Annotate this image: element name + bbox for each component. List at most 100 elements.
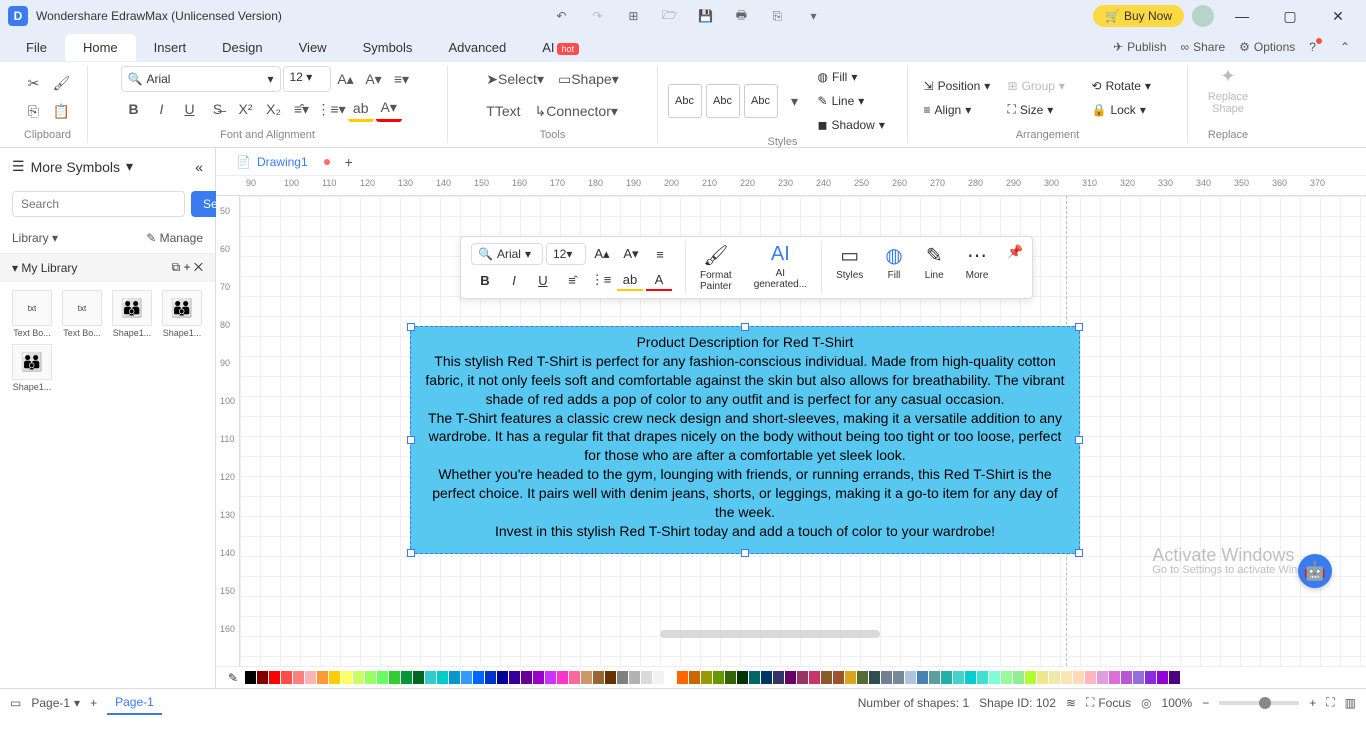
format-painter-button[interactable]: 🖌 (49, 71, 75, 97)
line-spacing-button[interactable]: ≡̂▾ (289, 96, 315, 122)
tab-advanced[interactable]: Advanced (430, 34, 524, 61)
panel-toggle-button[interactable]: ▥ (1345, 696, 1356, 710)
collapse-ribbon[interactable]: ⌃ (1340, 40, 1350, 54)
float-highlight[interactable]: ab (617, 269, 643, 291)
color-swatch[interactable] (257, 671, 268, 684)
color-swatch[interactable] (569, 671, 580, 684)
zoom-level[interactable]: 100% (1162, 696, 1193, 710)
tab-home[interactable]: Home (65, 34, 136, 61)
minimize-button[interactable]: — (1222, 2, 1262, 30)
color-swatch[interactable] (953, 671, 964, 684)
text-tool[interactable]: T Text (480, 98, 526, 124)
color-swatch[interactable] (797, 671, 808, 684)
page-tab[interactable]: Page-1 (107, 691, 162, 715)
theme-style-3[interactable]: Abc (744, 84, 778, 118)
color-swatch[interactable] (461, 671, 472, 684)
tab-symbols[interactable]: Symbols (345, 34, 431, 61)
float-font-family[interactable]: 🔍Arial▾ (471, 243, 543, 265)
undo-button[interactable]: ↶ (547, 2, 575, 30)
tab-ai[interactable]: AIhot (524, 34, 597, 61)
lib-add-icon[interactable]: + (183, 260, 190, 274)
color-swatch[interactable] (713, 671, 724, 684)
color-swatch[interactable] (1121, 671, 1132, 684)
highlight-button[interactable]: ab (348, 96, 374, 122)
handle-w[interactable] (407, 436, 415, 444)
my-library-toggle[interactable]: ▾ My Library (12, 261, 77, 275)
float-increase-font[interactable]: A▴ (589, 243, 615, 265)
save-button[interactable]: 💾 (691, 2, 719, 30)
color-swatch[interactable] (473, 671, 484, 684)
color-swatch[interactable] (737, 671, 748, 684)
color-swatch[interactable] (425, 671, 436, 684)
color-swatch[interactable] (677, 671, 688, 684)
color-swatch[interactable] (545, 671, 556, 684)
shadow-dropdown[interactable]: ◼ Shadow▾ (818, 114, 898, 136)
color-swatch[interactable] (281, 671, 292, 684)
user-avatar[interactable] (1192, 5, 1214, 27)
color-swatch[interactable] (1145, 671, 1156, 684)
color-swatch[interactable] (989, 671, 1000, 684)
color-swatch[interactable] (449, 671, 460, 684)
line-dropdown[interactable]: ✎ Line▾ (818, 90, 898, 112)
float-underline[interactable]: U (530, 269, 556, 291)
superscript-button[interactable]: X² (233, 96, 259, 122)
library-shape[interactable]: txtText Bo... (60, 290, 104, 338)
color-swatch[interactable] (365, 671, 376, 684)
tab-view[interactable]: View (281, 34, 345, 61)
color-swatch[interactable] (1157, 671, 1168, 684)
float-bold[interactable]: B (472, 269, 498, 291)
canvas-grid[interactable]: 🔍Arial▾ 12▾ A▴ A▾ ≡ B I U ≡̂ ⋮≡ a (240, 196, 1366, 666)
handle-e[interactable] (1075, 436, 1083, 444)
color-swatch[interactable] (905, 671, 916, 684)
hamburger-icon[interactable]: ☰ (12, 158, 25, 175)
float-decrease-font[interactable]: A▾ (618, 243, 644, 265)
handle-nw[interactable] (407, 323, 415, 331)
zoom-out-button[interactable]: − (1202, 696, 1209, 710)
color-swatch[interactable] (1109, 671, 1120, 684)
color-swatch[interactable] (701, 671, 712, 684)
color-swatch[interactable] (1037, 671, 1048, 684)
color-swatch[interactable] (437, 671, 448, 684)
color-swatch[interactable] (509, 671, 520, 684)
color-swatch[interactable] (305, 671, 316, 684)
color-swatch[interactable] (485, 671, 496, 684)
shape-tool[interactable]: ▭ Shape ▾ (552, 66, 625, 92)
selected-textbox[interactable]: Product Description for Red T-Shirt This… (410, 326, 1080, 554)
library-shape[interactable]: 👪Shape1... (160, 290, 204, 338)
color-swatch[interactable] (1169, 671, 1180, 684)
align-dropdown[interactable]: ≡ Align▾ (924, 99, 1004, 121)
color-swatch[interactable] (773, 671, 784, 684)
focus-button[interactable]: ⛶ Focus (1086, 695, 1131, 710)
color-swatch[interactable] (593, 671, 604, 684)
float-line[interactable]: ✎Line (917, 241, 952, 294)
theme-style-1[interactable]: Abc (668, 84, 702, 118)
float-ai-generated[interactable]: AIAI generated... (746, 241, 815, 294)
tab-file[interactable]: File (8, 34, 65, 61)
color-swatch[interactable] (329, 671, 340, 684)
float-styles[interactable]: ▭Styles (828, 241, 871, 294)
add-page-button[interactable]: + (90, 696, 97, 710)
zoom-in-button[interactable]: + (1309, 696, 1316, 710)
select-tool[interactable]: ➤ Select ▾ (480, 66, 550, 92)
color-swatch[interactable] (917, 671, 928, 684)
fullscreen-button[interactable]: ⛶ (1326, 695, 1334, 710)
handle-s[interactable] (741, 549, 749, 557)
color-swatch[interactable] (629, 671, 640, 684)
subscript-button[interactable]: X₂ (261, 96, 287, 122)
theme-more[interactable]: ▾ (782, 88, 808, 114)
float-fill[interactable]: ◍Fill (877, 241, 910, 294)
connector-tool[interactable]: ↳ Connector ▾ (529, 98, 624, 124)
color-swatch[interactable] (245, 671, 256, 684)
more-symbols-label[interactable]: More Symbols (31, 159, 120, 175)
page-view-icon[interactable]: ▭ (10, 696, 21, 710)
tab-insert[interactable]: Insert (136, 34, 205, 61)
color-swatch[interactable] (941, 671, 952, 684)
color-swatch[interactable] (965, 671, 976, 684)
color-swatch[interactable] (413, 671, 424, 684)
italic-button[interactable]: I (149, 96, 175, 122)
fit-view-button[interactable]: ◎ (1141, 696, 1151, 710)
tab-design[interactable]: Design (204, 34, 280, 61)
handle-se[interactable] (1075, 549, 1083, 557)
help-button[interactable]: ? (1309, 40, 1326, 54)
lock-dropdown[interactable]: 🔒 Lock▾ (1092, 99, 1172, 121)
